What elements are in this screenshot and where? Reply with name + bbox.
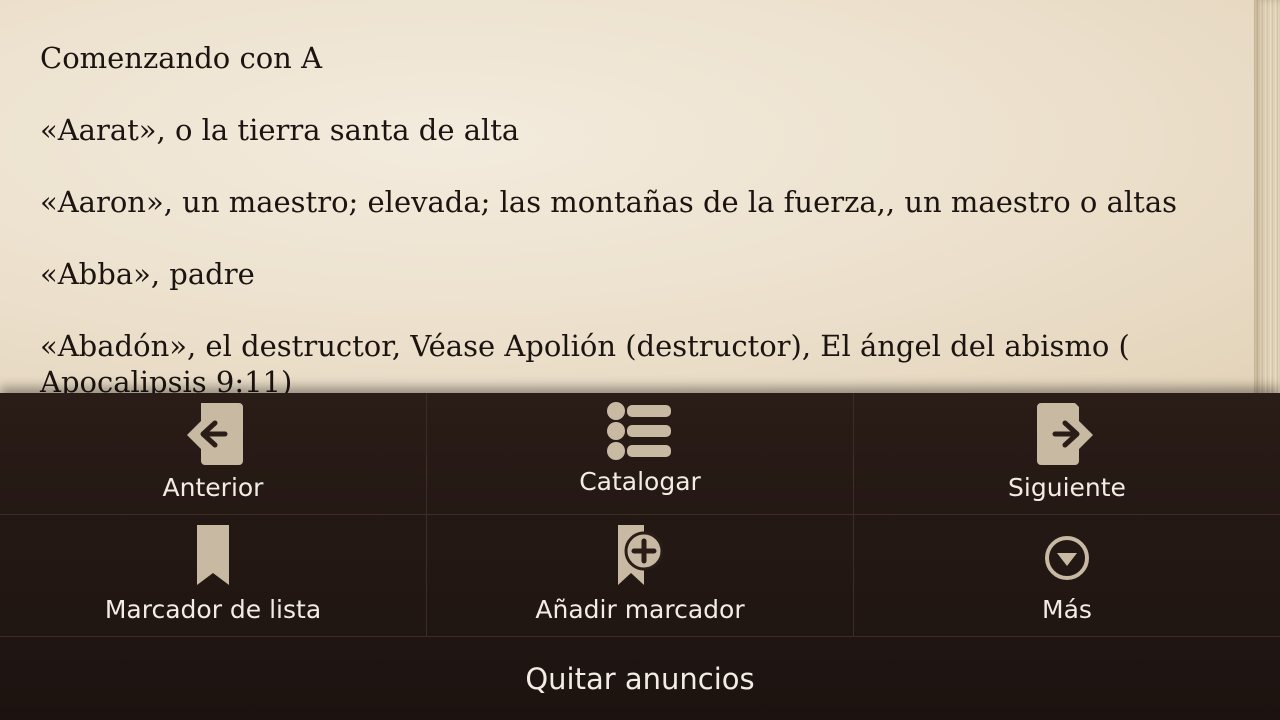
entry-text: «Aaron», un maestro; elevada; las montañ…	[40, 185, 1178, 219]
more-button[interactable]: Más	[854, 515, 1280, 636]
add-bookmark-button[interactable]: Añadir marcador	[427, 515, 854, 636]
section-heading: Comenzando con A	[40, 41, 323, 75]
bookmark-list-label: Marcador de lista	[104, 595, 322, 624]
list-icon	[607, 401, 673, 466]
next-label: Siguiente	[1008, 473, 1126, 502]
entry-text: «Aarat», o la tierra santa de alta	[40, 113, 520, 147]
next-button[interactable]: Siguiente	[854, 393, 1280, 514]
reader-content: Comenzando con A «Aarat», o la tierra sa…	[40, 40, 1230, 400]
entry-text: «Abadón», el destructor, Véase Apolión (…	[40, 329, 1130, 399]
more-icon	[1044, 535, 1090, 586]
reader-page[interactable]: Comenzando con A «Aarat», o la tierra sa…	[0, 0, 1280, 400]
bookmark-icon	[193, 523, 233, 592]
more-label: Más	[1042, 595, 1092, 624]
menu-row: Anterior Catalogar Siguiente	[0, 393, 1280, 515]
page-edge	[1254, 0, 1280, 400]
catalog-label: Catalogar	[579, 467, 701, 496]
bookmark-list-button[interactable]: Marcador de lista	[0, 515, 427, 636]
previous-label: Anterior	[162, 473, 264, 502]
remove-ads-label: Quitar anuncios	[525, 661, 755, 696]
add-bookmark-label: Añadir marcador	[535, 595, 745, 624]
remove-ads-button[interactable]: Quitar anuncios	[0, 637, 1280, 720]
entry-text: «Abba», padre	[40, 257, 255, 291]
add-bookmark-icon	[614, 523, 666, 594]
options-menu: Anterior Catalogar Siguiente Marcador de…	[0, 393, 1280, 720]
page-back-icon	[181, 401, 245, 470]
catalog-button[interactable]: Catalogar	[427, 393, 854, 514]
page-forward-icon	[1035, 401, 1099, 470]
menu-row: Marcador de lista Añadir marcador Más	[0, 515, 1280, 637]
previous-button[interactable]: Anterior	[0, 393, 427, 514]
